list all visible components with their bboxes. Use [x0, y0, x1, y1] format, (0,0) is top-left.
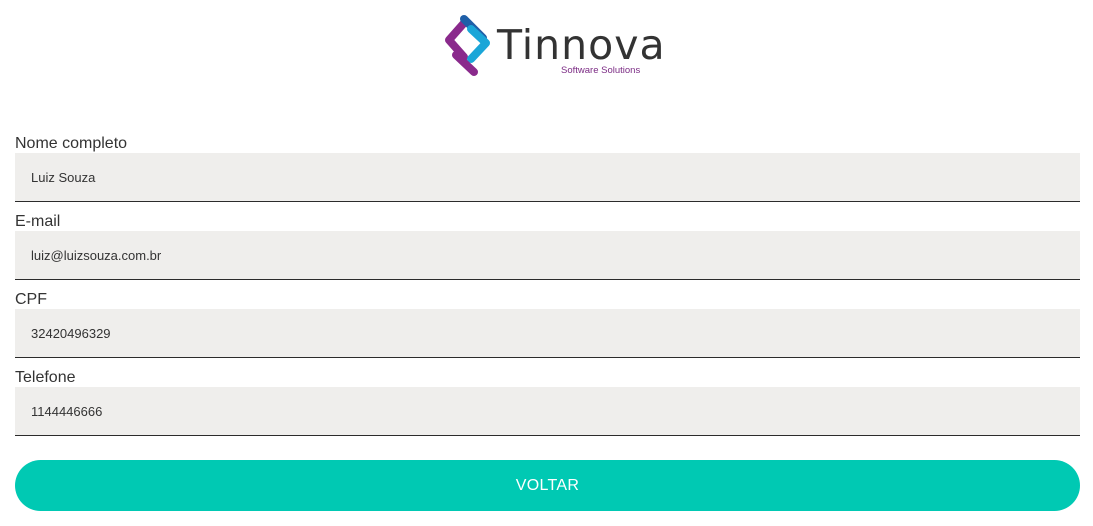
- profile-form: Nome completo E-mail CPF Telefone: [15, 134, 1080, 446]
- email-label: E-mail: [15, 213, 61, 230]
- full-name-label: Nome completo: [15, 135, 128, 152]
- tinnova-mark-icon: [445, 15, 490, 76]
- phone-label: Telefone: [15, 369, 76, 386]
- full-name-field-group: Nome completo: [15, 134, 1080, 212]
- brand-tagline: Software Solutions: [561, 65, 641, 76]
- phone-field-group: Telefone: [15, 368, 1080, 446]
- back-button[interactable]: VOLTAR: [15, 460, 1080, 511]
- cpf-label: CPF: [15, 291, 47, 308]
- full-name-input[interactable]: [15, 153, 1080, 202]
- email-field-group: E-mail: [15, 212, 1080, 290]
- brand-name: Tinnova: [497, 21, 666, 69]
- email-input[interactable]: [15, 231, 1080, 280]
- cpf-field-group: CPF: [15, 290, 1080, 368]
- cpf-input[interactable]: [15, 309, 1080, 358]
- brand-logo: Tinnova Software Solutions: [444, 13, 665, 79]
- phone-input[interactable]: [15, 387, 1080, 436]
- page: Tinnova Software Solutions Nome completo…: [0, 0, 1093, 526]
